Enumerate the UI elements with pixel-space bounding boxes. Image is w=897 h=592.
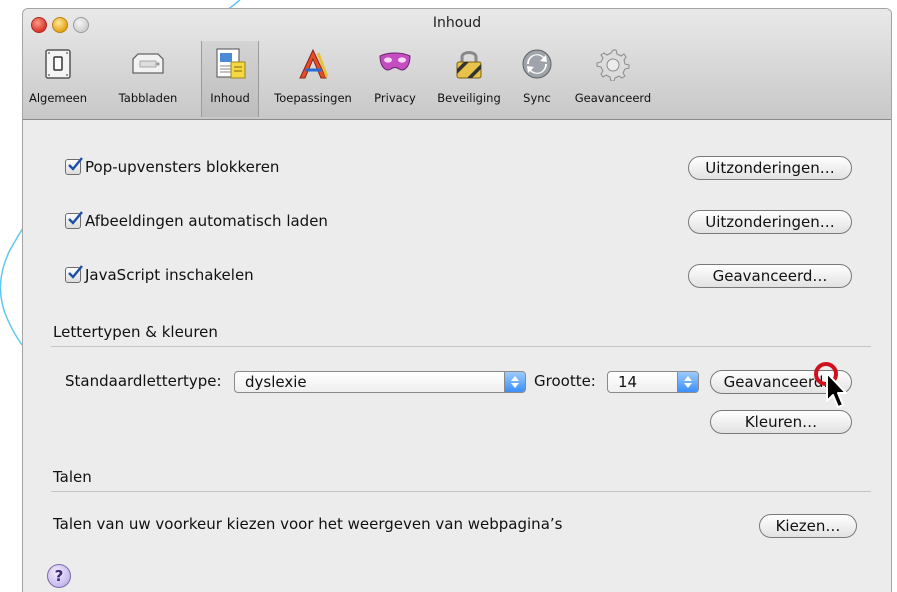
toolbar: Inhoud Algemeen Tabbladen Inhoud Toepass… [23,9,891,120]
tab-algemeen[interactable]: Algemeen [23,41,93,117]
font-size-select[interactable]: 14 [607,371,699,393]
option-label: JavaScript inschakelen [85,266,254,284]
content-icon [216,48,246,79]
colors-button[interactable]: Kleuren… [710,410,852,434]
fonts-section-title: Lettertypen & kleuren [53,323,218,341]
checkmark-icon [68,211,83,225]
default-font-value: dyslexie [245,373,307,391]
tab-label: Geavanceerd [574,91,652,105]
option-row-javascript: JavaScript inschakelen Geavanceerd… [23,262,891,290]
gear-icon [596,49,630,81]
javascript-advanced-button[interactable]: Geavanceerd… [688,264,852,288]
section-divider [51,346,871,347]
tab-toepassingen[interactable]: Toepassingen [261,41,365,117]
tabs-icon [132,53,164,74]
lock-icon [456,51,482,79]
tab-label: Inhoud [210,91,250,105]
option-row-images: Afbeeldingen automatisch laden Uitzonder… [23,208,891,236]
applications-icon [299,48,329,79]
languages-section-title: Talen [53,468,92,486]
images-checkbox[interactable] [65,211,83,229]
default-font-select[interactable]: dyslexie [234,371,526,393]
select-arrows-icon [677,372,698,392]
tab-geavanceerd[interactable]: Geavanceerd [561,41,665,117]
option-row-popups: Pop-upvensters blokkeren Uitzonderingen… [23,154,891,182]
section-divider [51,491,871,492]
images-exceptions-button[interactable]: Uitzonderingen… [688,210,852,234]
option-label: Pop-upvensters blokkeren [85,158,280,176]
tab-label: Beveiliging [437,91,501,105]
default-font-label: Standaardlettertype: [65,372,222,390]
content-pane: Pop-upvensters blokkeren Uitzonderingen…… [23,120,891,592]
tab-label: Toepassingen [274,91,352,105]
choose-languages-button[interactable]: Kiezen… [759,514,857,538]
tab-label: Privacy [374,91,416,105]
tab-privacy[interactable]: Privacy [367,41,423,117]
popups-exceptions-button[interactable]: Uitzonderingen… [688,156,852,180]
sync-icon [522,49,552,79]
languages-description: Talen van uw voorkeur kiezen voor het we… [53,515,563,533]
window-title: Inhoud [432,15,482,31]
preferences-window: Inhoud Algemeen Tabbladen Inhoud Toepass… [22,8,892,592]
fonts-advanced-button[interactable]: Geavanceerd… [710,370,852,394]
checkmark-icon [68,265,83,279]
select-arrows-icon [504,372,525,392]
size-label: Grootte: [534,372,596,390]
mask-icon [379,52,411,71]
popups-checkbox[interactable] [65,157,83,175]
tab-label: Tabbladen [118,91,178,105]
tab-tabbladen[interactable]: Tabbladen [95,41,201,117]
font-size-value: 14 [618,373,638,391]
tab-sync[interactable]: Sync [515,41,559,117]
help-button[interactable]: ? [47,564,71,588]
tab-inhoud[interactable]: Inhoud [201,41,259,117]
tab-beveiliging[interactable]: Beveiliging [425,41,513,117]
switch-icon [45,49,71,79]
option-label: Afbeeldingen automatisch laden [85,212,328,230]
tab-label: Sync [523,91,551,105]
javascript-checkbox[interactable] [65,265,83,283]
tab-label: Algemeen [28,91,88,105]
checkmark-icon [68,157,83,171]
